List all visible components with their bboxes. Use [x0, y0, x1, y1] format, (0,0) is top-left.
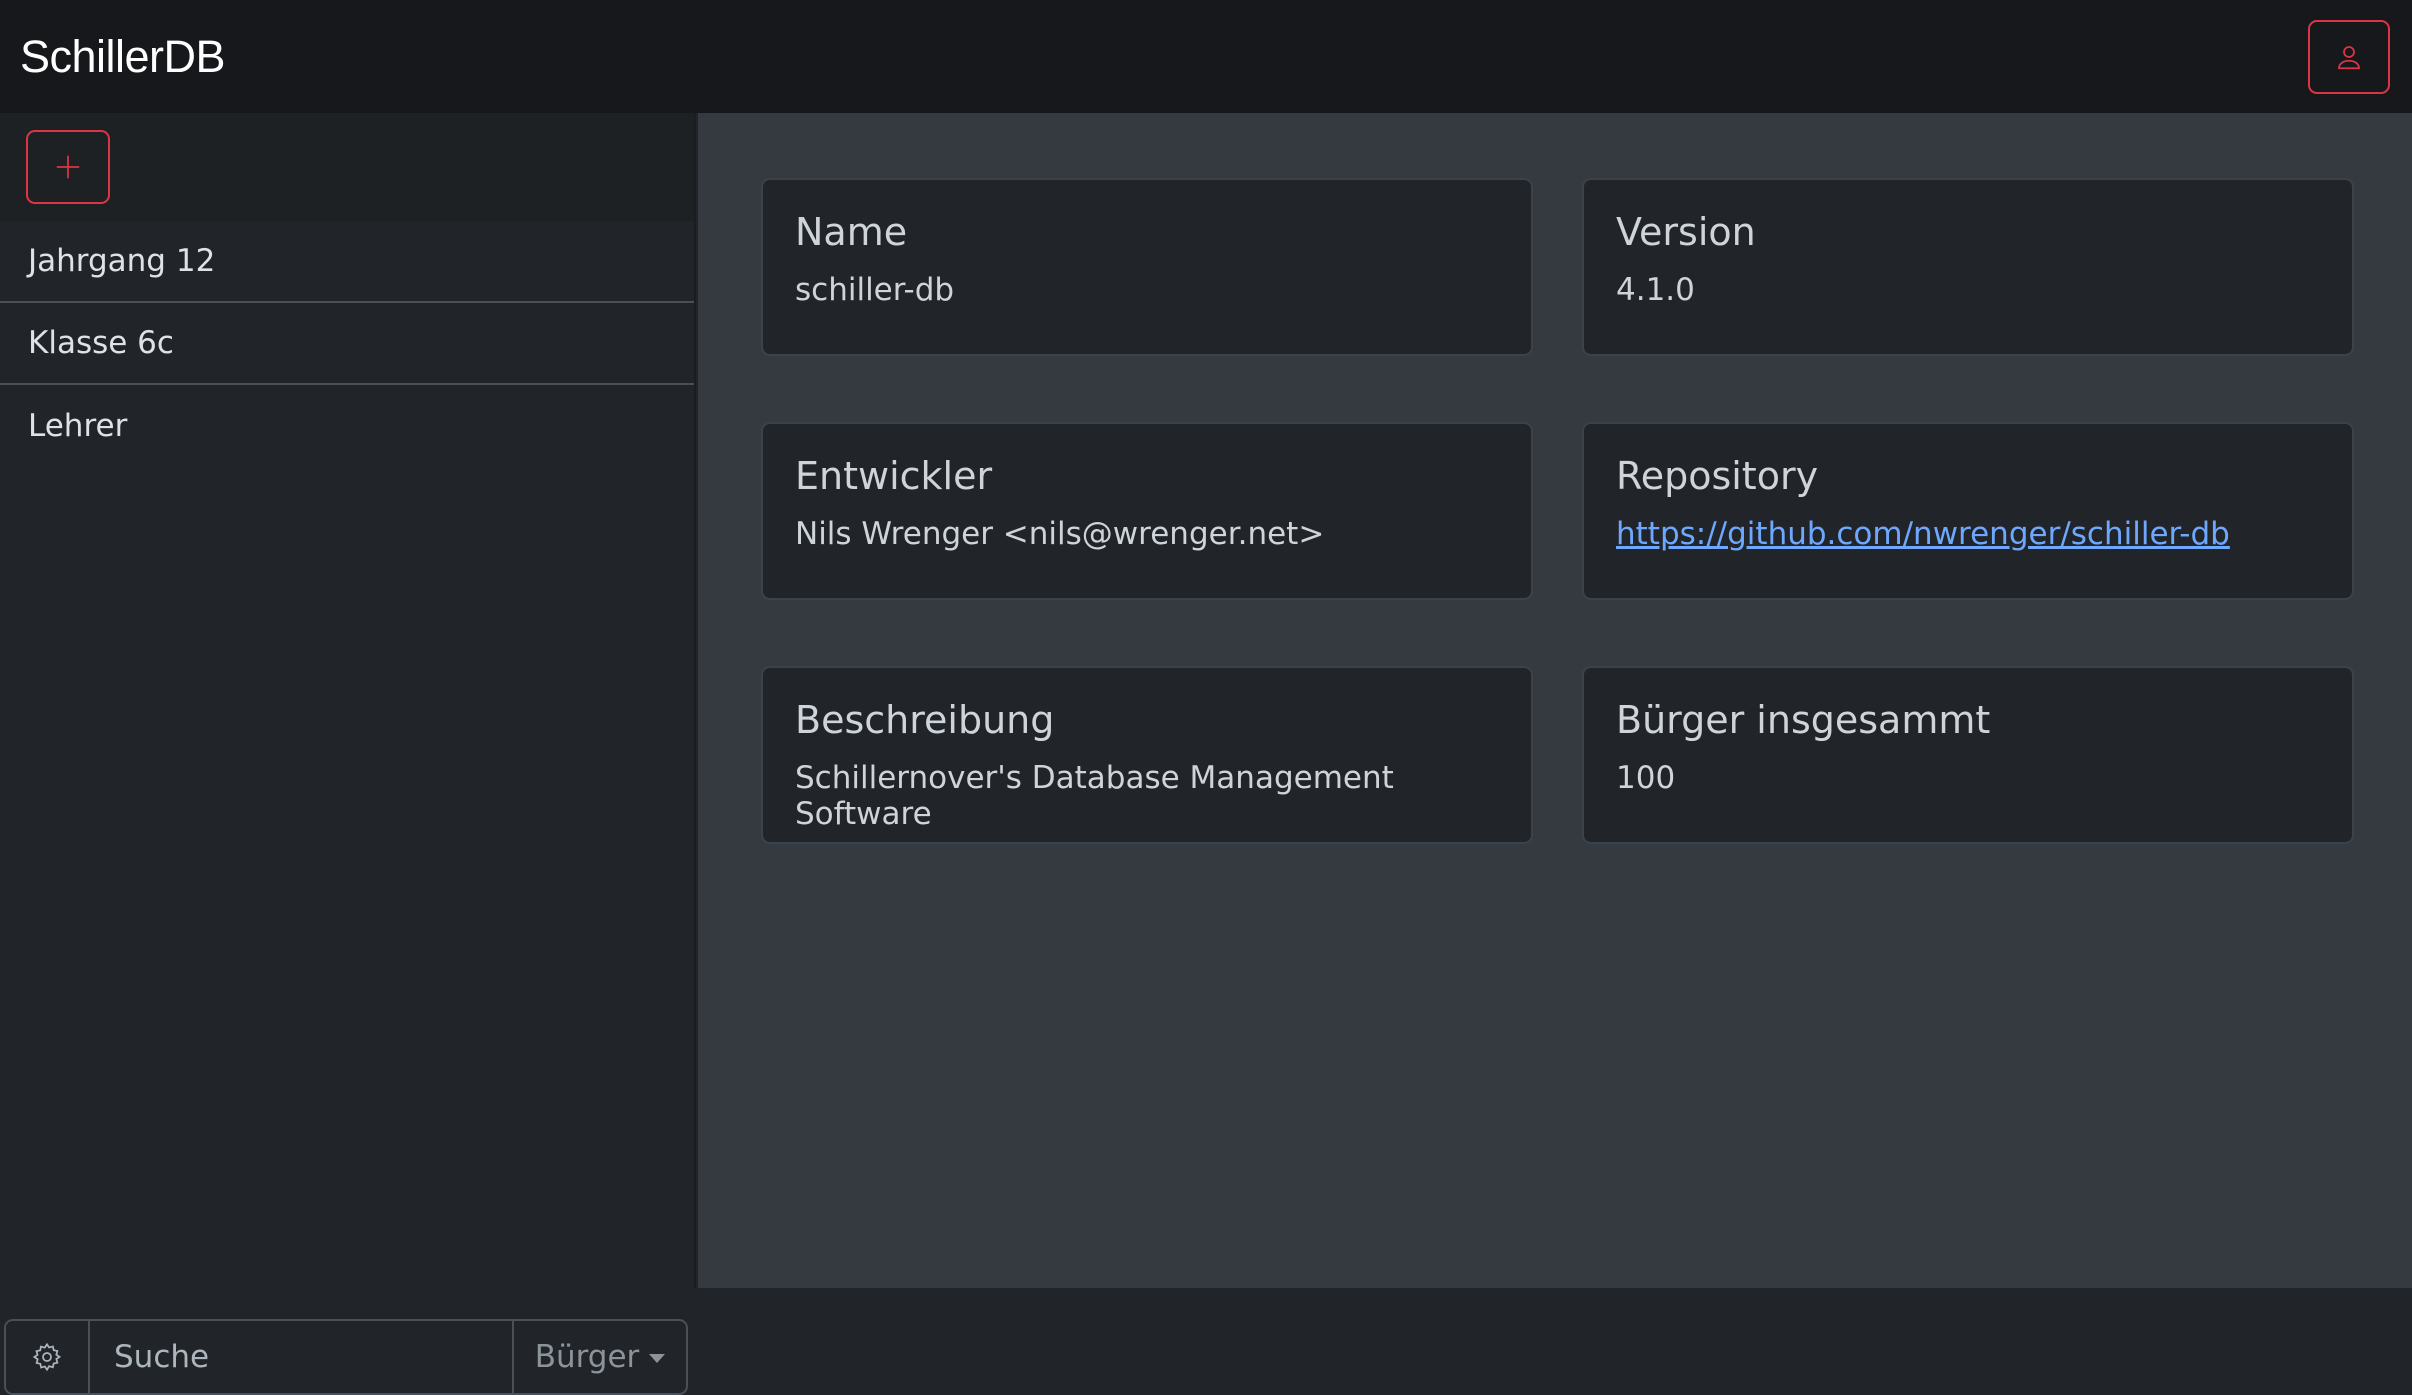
- group-list: Jahrgang 12 Klasse 6c Lehrer: [0, 221, 694, 467]
- top-navbar: SchillerDB: [0, 0, 2412, 113]
- search-settings-button[interactable]: [6, 1321, 90, 1393]
- add-button[interactable]: [26, 130, 110, 204]
- app-brand[interactable]: SchillerDB: [20, 31, 226, 83]
- user-button[interactable]: [2308, 19, 2390, 94]
- search-bar: Bürger: [4, 1319, 688, 1395]
- info-card-name: Name schiller-db: [761, 178, 1533, 356]
- main-content: Name schiller-db Version 4.1.0 Entwickle…: [698, 113, 2412, 1288]
- card-title: Repository: [1616, 454, 1819, 498]
- search-type-dropdown[interactable]: Bürger: [512, 1321, 686, 1393]
- search-input[interactable]: [90, 1321, 512, 1393]
- card-value: schiller-db: [795, 272, 955, 308]
- chevron-down-icon: [649, 1353, 666, 1363]
- card-value: Schillernover's Database Management Soft…: [795, 760, 1394, 832]
- sidebar-item-klasse-6c[interactable]: Klasse 6c: [0, 303, 694, 385]
- info-card-citizen-count: Bürger insgesammt 100: [1582, 666, 2354, 844]
- card-title: Name: [795, 210, 908, 254]
- card-value: 4.1.0: [1616, 272, 1695, 308]
- sidebar-item-jahrgang-12[interactable]: Jahrgang 12: [0, 221, 694, 303]
- gear-icon: [32, 1342, 62, 1372]
- plus-icon: [56, 155, 80, 179]
- card-value: Nils Wrenger <nils@wrenger.net>: [795, 516, 1325, 552]
- card-title: Bürger insgesammt: [1616, 698, 1991, 742]
- repository-link[interactable]: https://github.com/nwrenger/schiller-db: [1616, 516, 2230, 552]
- card-value: 100: [1616, 760, 1676, 796]
- info-card-version: Version 4.1.0: [1582, 178, 2354, 356]
- info-card-description: Beschreibung Schillernover's Database Ma…: [761, 666, 1533, 844]
- card-title: Beschreibung: [795, 698, 1055, 742]
- search-type-label: Bürger: [534, 1339, 640, 1375]
- card-title: Version: [1616, 210, 1756, 254]
- card-title: Entwickler: [795, 454, 993, 498]
- sidebar: Jahrgang 12 Klasse 6c Lehrer Bürger: [0, 113, 696, 1395]
- person-icon: [2338, 45, 2360, 69]
- sidebar-toolbar: [0, 113, 694, 221]
- info-card-repository: Repository https://github.com/nwrenger/s…: [1582, 422, 2354, 600]
- sidebar-item-lehrer[interactable]: Lehrer: [0, 385, 694, 467]
- info-card-developer: Entwickler Nils Wrenger <nils@wrenger.ne…: [761, 422, 1533, 600]
